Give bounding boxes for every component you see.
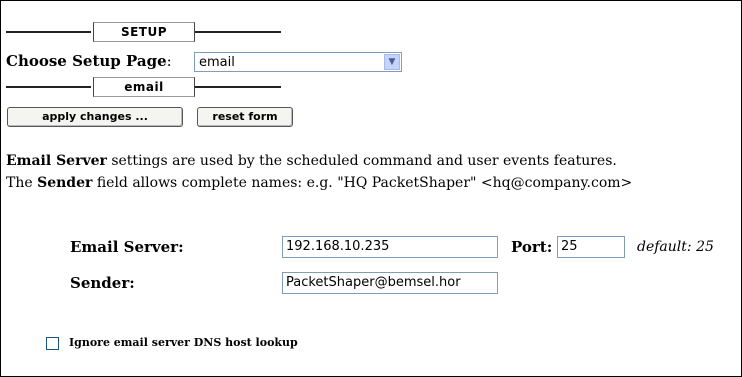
choose-setup-row: Choose Setup Page: (6, 50, 172, 72)
email-section-header: email (6, 76, 281, 98)
description-line-2: The Sender field allows complete names: … (6, 172, 736, 194)
header-rule-left (6, 86, 91, 88)
choose-setup-colon: : (166, 52, 172, 70)
apply-changes-button[interactable]: apply changes ... (7, 107, 183, 127)
port-label-row: Port: (511, 236, 552, 258)
setup-panel: SETUP Choose Setup Page: email ▼ email a… (0, 0, 742, 377)
sender-input[interactable]: PacketShaper@bemsel.hor (282, 272, 498, 294)
port-colon: : (546, 238, 553, 256)
reset-form-button[interactable]: reset form (197, 107, 293, 127)
setup-section-header: SETUP (6, 21, 281, 43)
description-line-1: Email Server settings are used by the sc… (6, 150, 736, 172)
description-line-1-text: settings are used by the scheduled comma… (106, 153, 617, 169)
email-server-input[interactable]: 192.168.10.235 (282, 236, 498, 258)
description-line-2-text: field allows complete names: e.g. "HQ Pa… (92, 175, 633, 191)
header-rule-left (6, 31, 91, 33)
ignore-dns-label[interactable]: Ignore email server DNS host lookup (69, 334, 298, 352)
header-rule-right (195, 31, 281, 33)
port-default-note: default: 25 (637, 236, 714, 258)
port-label: Port (511, 238, 547, 256)
setup-page-select[interactable]: email ▼ (194, 52, 402, 72)
port-input[interactable]: 25 (557, 236, 625, 258)
choose-setup-label: Choose Setup Page (6, 52, 167, 70)
description-line-2-prefix: The (6, 175, 38, 191)
chevron-down-icon[interactable]: ▼ (384, 54, 400, 70)
email-server-label: Email Server: (70, 238, 184, 256)
default-port-value: 25 (696, 239, 714, 255)
setup-page-select-value: email (199, 55, 235, 70)
email-server-term: Email Server (6, 153, 107, 169)
header-rule-right (195, 86, 281, 88)
ignore-dns-checkbox[interactable] (46, 337, 59, 350)
default-label: default: (637, 239, 692, 255)
email-description: Email Server settings are used by the sc… (6, 150, 736, 194)
setup-header-label: SETUP (93, 22, 195, 42)
email-header-label: email (93, 77, 195, 97)
sender-term: Sender (37, 175, 93, 191)
sender-label: Sender: (70, 274, 135, 292)
